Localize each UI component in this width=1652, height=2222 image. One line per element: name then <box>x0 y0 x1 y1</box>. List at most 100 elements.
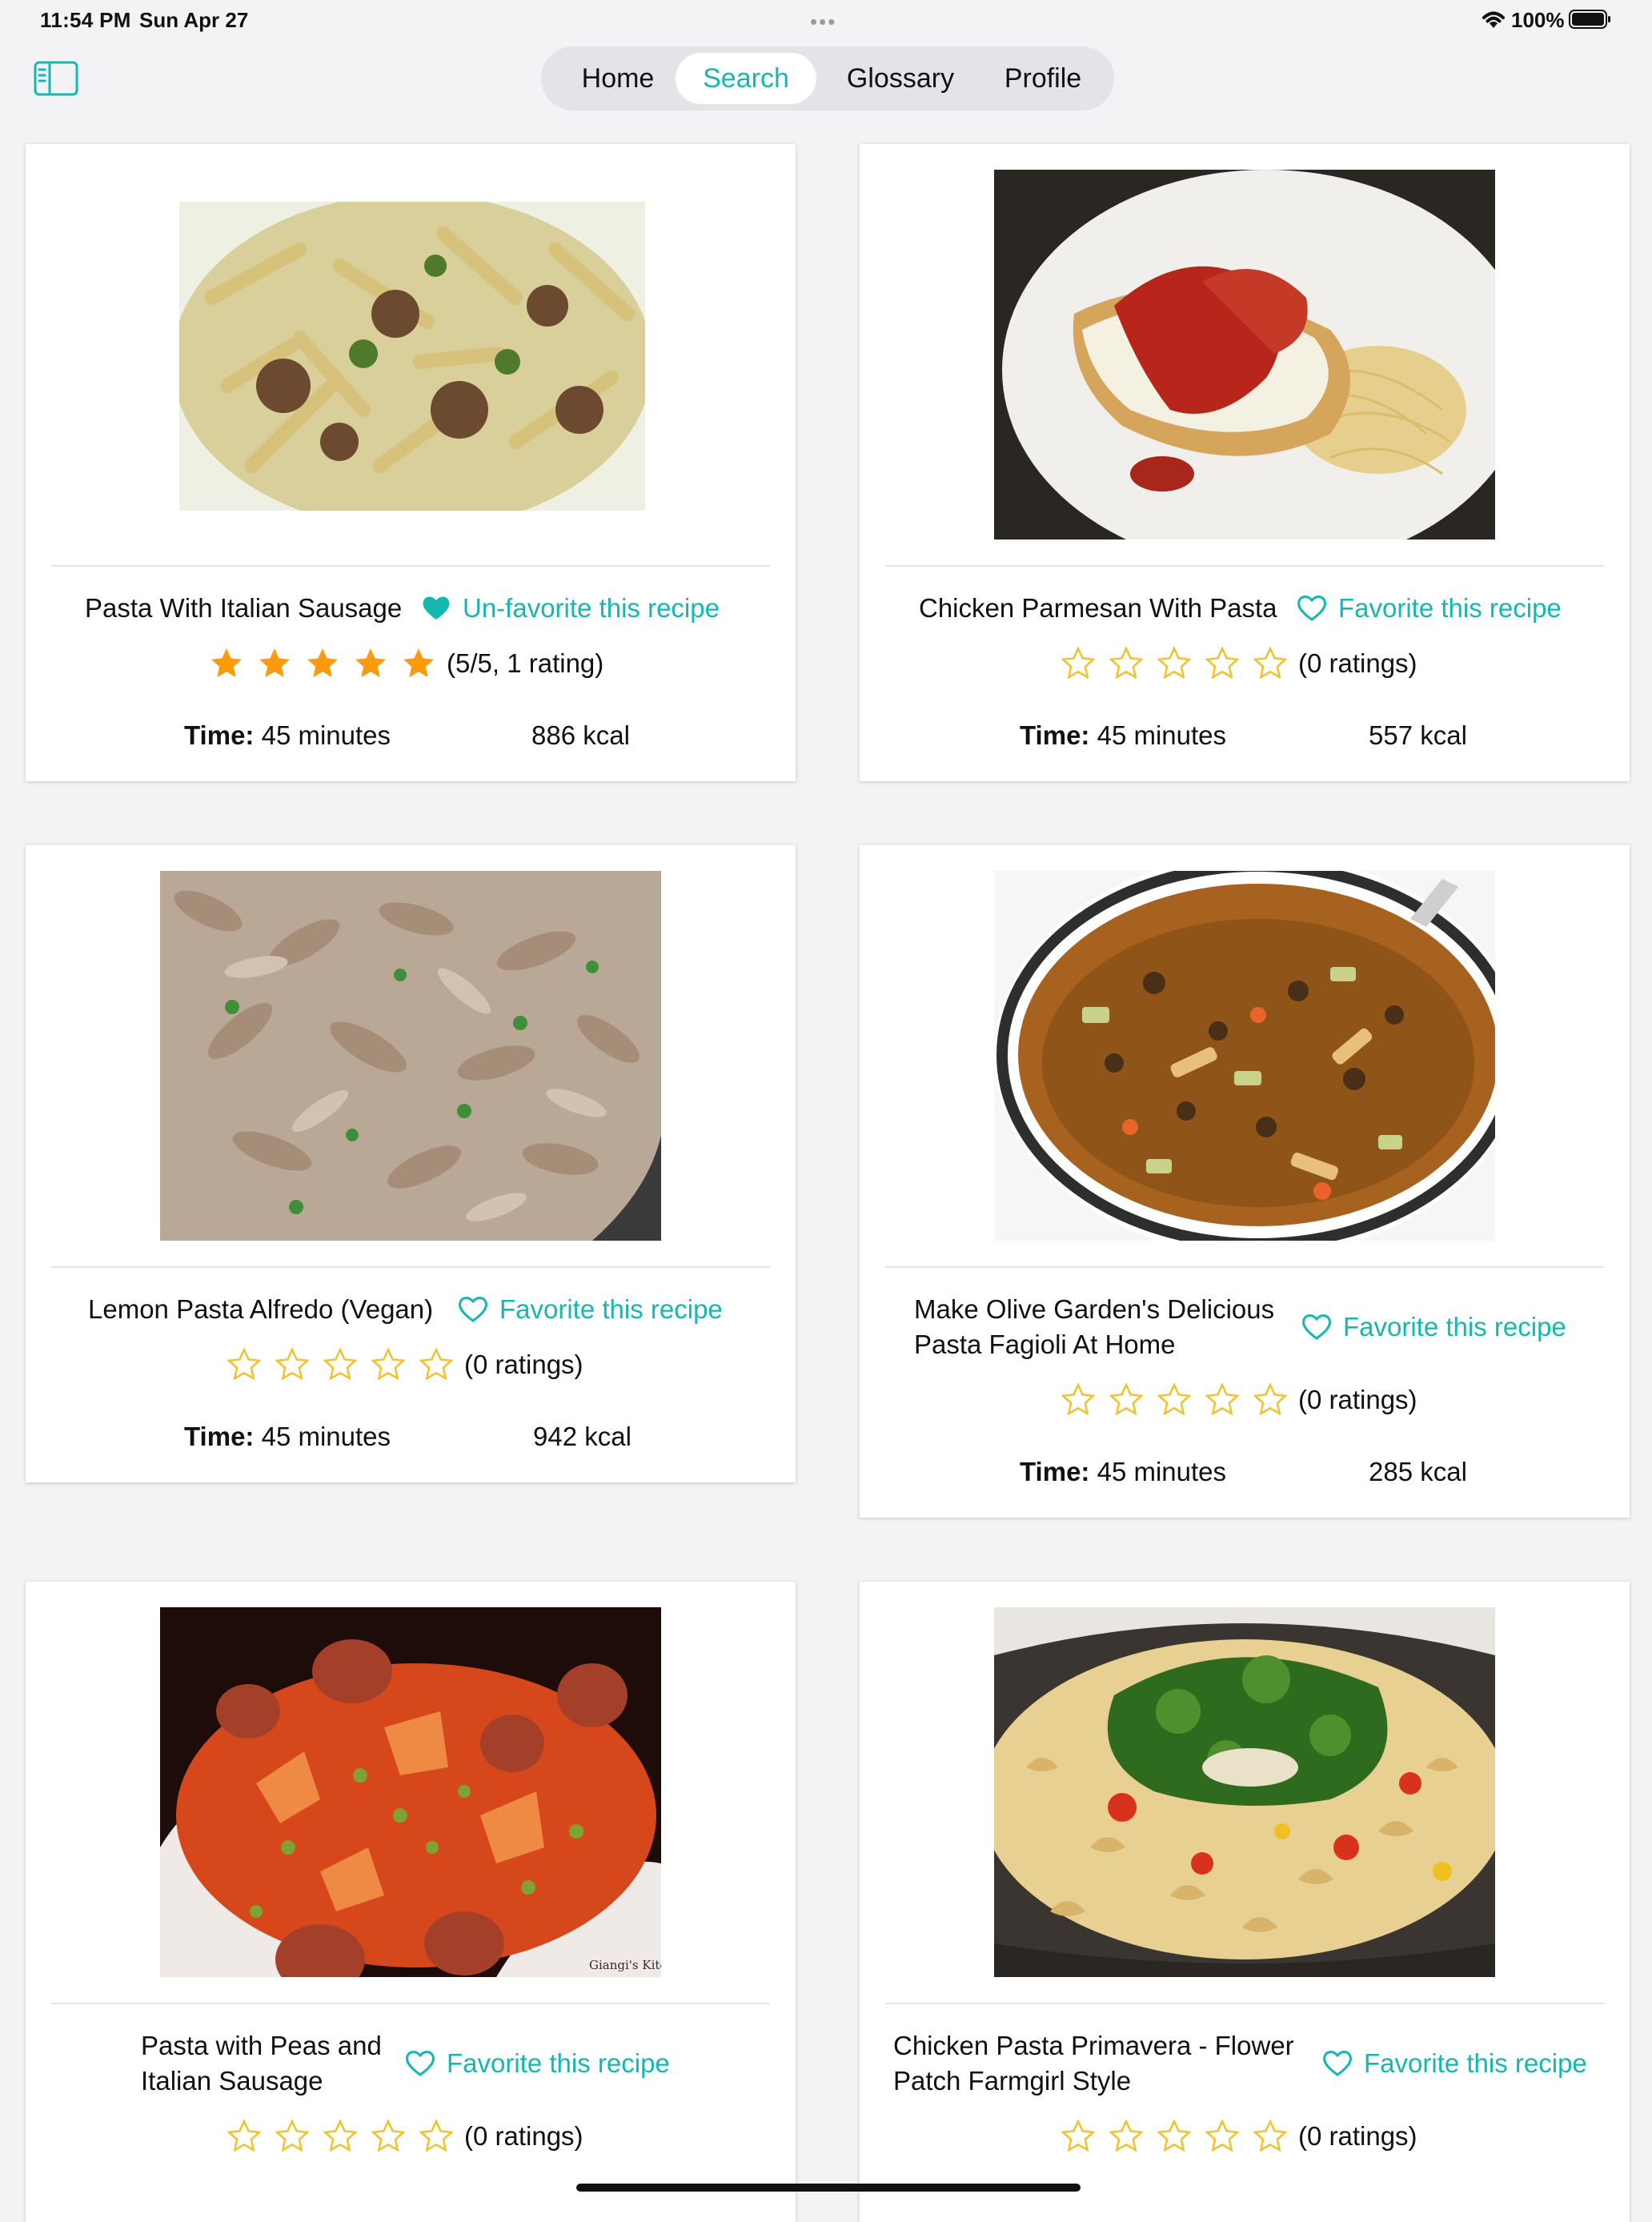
favorite-label: Favorite this recipe <box>1338 593 1562 623</box>
favorite-toggle[interactable]: Favorite this recipe <box>1297 591 1562 626</box>
recipe-card[interactable]: Giangi's Kitchen Pasta with Peas and Ita… <box>26 1582 796 2222</box>
recipe-title[interactable]: Chicken Pasta Primavera - Flower Patch F… <box>893 2028 1294 2099</box>
tab-search[interactable]: Search <box>676 53 816 104</box>
time-value: 45 minutes <box>261 1422 391 1451</box>
favorite-label: Favorite this recipe <box>447 2048 670 2078</box>
recipe-card[interactable]: Lemon Pasta Alfredo (Vegan) Favorite thi… <box>26 845 796 1482</box>
rating-text: (5/5, 1 rating) <box>447 648 604 678</box>
star-filled-icon[interactable] <box>402 647 435 680</box>
recipe-photo[interactable]: Giangi's Kitchen <box>160 1607 661 1977</box>
recipe-title[interactable]: Chicken Parmesan With Pasta <box>919 591 1277 626</box>
recipe-photo[interactable] <box>994 170 1495 539</box>
star-outline-icon[interactable] <box>1253 1383 1287 1417</box>
recipe-title[interactable]: Make Olive Garden's Delicious Pasta Fagi… <box>914 1292 1274 1362</box>
star-outline-icon[interactable] <box>1205 647 1239 680</box>
sidebar-toggle-icon[interactable] <box>34 61 78 96</box>
recipe-title-line: Patch Farmgirl Style <box>893 2066 1132 2096</box>
rating-text: (0 ratings) <box>1298 648 1417 678</box>
star-outline-icon[interactable] <box>1205 2120 1239 2153</box>
favorite-toggle[interactable]: Favorite this recipe <box>1322 2046 1587 2081</box>
star-outline-icon[interactable] <box>323 1348 357 1382</box>
recipe-title[interactable]: Lemon Pasta Alfredo (Vegan) <box>88 1292 433 1327</box>
recipe-photo[interactable] <box>179 202 645 511</box>
heart-outline-icon <box>1323 2051 1352 2076</box>
favorite-toggle[interactable]: Favorite this recipe <box>458 1292 723 1327</box>
recipe-photo[interactable] <box>994 1607 1495 1977</box>
recipe-title[interactable]: Pasta with Peas and Italian Sausage <box>141 2028 382 2099</box>
wifi-icon <box>1482 11 1505 28</box>
card-divider <box>885 1266 1604 1268</box>
heart-outline-icon <box>1297 596 1326 621</box>
home-indicator[interactable] <box>576 2184 1081 2192</box>
time-label: Time: <box>184 1422 255 1451</box>
favorite-toggle[interactable]: Favorite this recipe <box>1301 1310 1566 1345</box>
recipe-card[interactable]: Chicken Parmesan With Pasta Favorite thi… <box>860 144 1630 781</box>
star-outline-icon[interactable] <box>227 2120 261 2153</box>
star-outline-icon[interactable] <box>1109 2120 1143 2153</box>
favorite-label: Favorite this recipe <box>1364 2048 1587 2078</box>
star-outline-icon[interactable] <box>1109 1383 1143 1417</box>
star-filled-icon[interactable] <box>306 647 339 680</box>
star-outline-icon[interactable] <box>275 1348 309 1382</box>
recipe-photo[interactable] <box>160 871 661 1241</box>
time-value: 45 minutes <box>1097 1457 1227 1486</box>
tab-profile[interactable]: Profile <box>983 53 1103 104</box>
recipe-title[interactable]: Pasta With Italian Sausage <box>85 591 402 626</box>
recipe-card[interactable]: Chicken Pasta Primavera - Flower Patch F… <box>860 1582 1630 2222</box>
star-outline-icon[interactable] <box>275 2120 309 2153</box>
tab-home[interactable]: Home <box>554 53 682 104</box>
recipe-photo[interactable] <box>994 871 1495 1241</box>
star-outline-icon[interactable] <box>1061 2120 1095 2153</box>
card-divider <box>885 2003 1604 2004</box>
cook-time: Time: 45 minutes <box>184 1422 391 1452</box>
recipe-card[interactable]: Make Olive Garden's Delicious Pasta Fagi… <box>860 845 1630 1518</box>
recipe-card[interactable]: Pasta With Italian Sausage Un-favorite t… <box>26 144 796 781</box>
star-outline-icon[interactable] <box>371 1348 405 1382</box>
cook-time: Time: 45 minutes <box>184 720 391 751</box>
star-outline-icon[interactable] <box>323 2120 357 2153</box>
star-outline-icon[interactable] <box>419 1348 453 1382</box>
star-rating: (0 ratings) <box>227 1348 583 1385</box>
calories: 557 kcal <box>1369 720 1467 750</box>
rating-text: (0 ratings) <box>464 2121 583 2151</box>
star-outline-icon[interactable] <box>1109 647 1143 680</box>
favorite-toggle[interactable]: Favorite this recipe <box>405 2046 670 2081</box>
star-outline-icon[interactable] <box>371 2120 405 2153</box>
star-outline-icon[interactable] <box>1157 2120 1191 2153</box>
star-outline-icon[interactable] <box>1157 1383 1191 1417</box>
rating-text: (0 ratings) <box>1298 2121 1417 2151</box>
star-outline-icon[interactable] <box>419 2120 453 2153</box>
star-rating: (0 ratings) <box>227 2120 583 2156</box>
star-filled-icon[interactable] <box>258 647 291 680</box>
star-outline-icon[interactable] <box>1157 647 1191 680</box>
star-outline-icon[interactable] <box>1205 1383 1239 1417</box>
star-filled-icon[interactable] <box>210 647 243 680</box>
star-outline-icon[interactable] <box>1253 2120 1287 2153</box>
heart-outline-icon <box>1302 1314 1331 1340</box>
star-filled-icon[interactable] <box>354 647 387 680</box>
favorite-toggle[interactable]: Un-favorite this recipe <box>421 591 720 626</box>
heart-outline-icon <box>459 1297 487 1322</box>
star-rating: (0 ratings) <box>1061 647 1417 684</box>
card-divider <box>51 565 770 567</box>
star-outline-icon[interactable] <box>1061 647 1095 680</box>
star-outline-icon[interactable] <box>1061 1383 1095 1417</box>
card-divider <box>51 1266 770 1268</box>
cook-time: Time: 45 minutes <box>1020 1457 1226 1487</box>
photo-watermark: Giangi's Kitchen <box>589 1958 661 1972</box>
star-rating: (0 ratings) <box>1061 1383 1417 1420</box>
star-outline-icon[interactable] <box>227 1348 261 1382</box>
status-bar: 11:54 PM Sun Apr 27 ••• 100% <box>0 0 1652 38</box>
favorite-label: Favorite this recipe <box>1343 1312 1566 1342</box>
calories: 886 kcal <box>531 720 630 750</box>
tab-glossary[interactable]: Glossary <box>824 53 976 104</box>
star-outline-icon[interactable] <box>1253 647 1287 680</box>
multitasking-dots[interactable]: ••• <box>810 10 836 34</box>
star-rating: (0 ratings) <box>1061 2120 1417 2156</box>
battery-icon <box>1569 10 1610 29</box>
time-value: 45 minutes <box>1097 720 1227 750</box>
recipe-title-line: Pasta with Peas and <box>141 2031 382 2060</box>
recipe-title-line: Chicken Pasta Primavera - Flower <box>893 2031 1294 2060</box>
card-divider <box>885 565 1604 567</box>
time-label: Time: <box>1020 720 1090 750</box>
